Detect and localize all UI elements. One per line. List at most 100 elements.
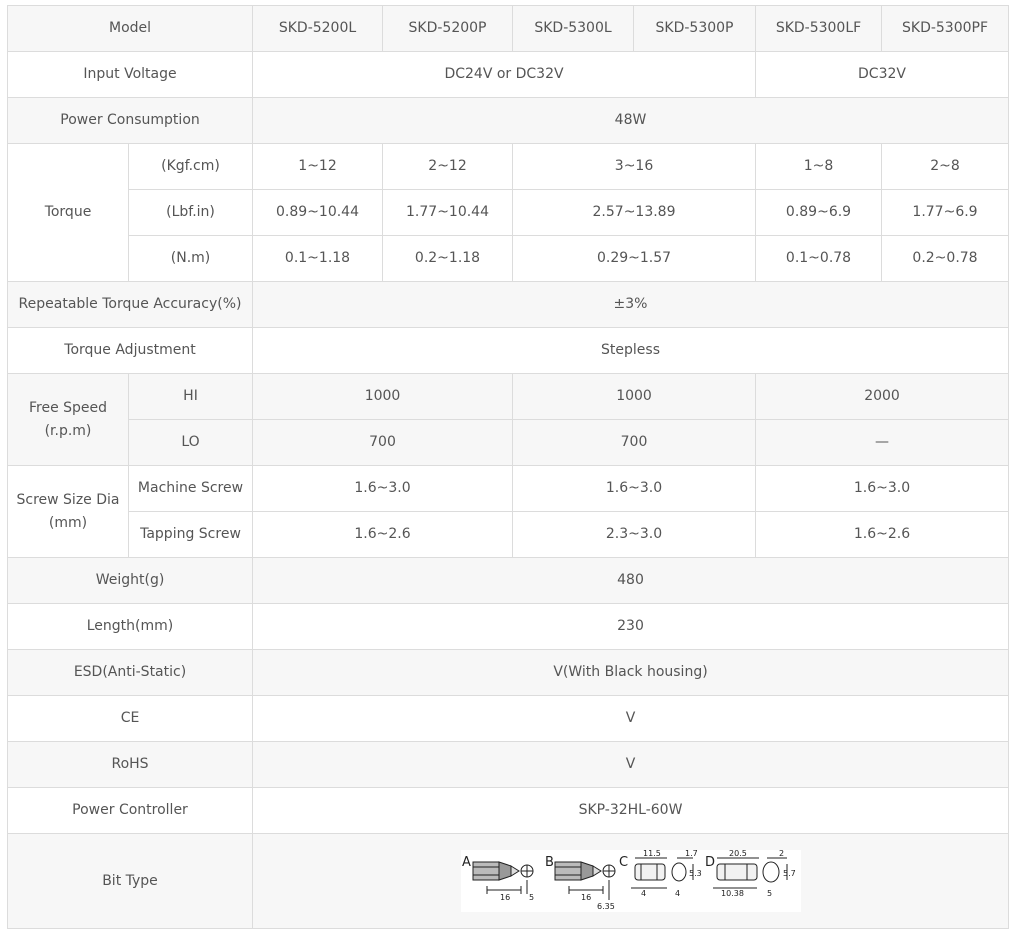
bit-a-dimension: 16 — [500, 893, 510, 902]
model-name: SKD-5300PF — [881, 5, 1010, 52]
screw-size-label: Screw Size Dia (mm) — [7, 465, 129, 558]
free-speed-sub: HI — [127, 373, 254, 420]
torque-unit: (N.m) — [127, 235, 254, 282]
accuracy-value: ±3% — [252, 281, 1010, 328]
screw-size-label-line: (mm) — [48, 514, 88, 531]
power-consumption-value: 48W — [252, 97, 1010, 144]
torque-label: Torque — [7, 143, 129, 282]
screw-size-label-line: Screw Size Dia — [16, 491, 120, 508]
accuracy-row: Repeatable Torque Accuracy(%) ±3% — [6, 281, 1010, 328]
free-speed-value: 1000 — [252, 373, 514, 420]
torque-row: Torque (Kgf.cm) 1~12 2~12 3~16 1~8 2~8 — [7, 143, 1010, 282]
torque-value: 0.1~1.18 — [252, 235, 384, 282]
torque-row: (N.m) 0.1~1.18 0.2~1.18 0.29~1.57 0.1~0.… — [8, 235, 1010, 282]
screw-size-value: 1.6~2.6 — [755, 511, 1010, 558]
power-controller-label: Power Controller — [6, 787, 254, 834]
power-controller-row: Power Controller SKP-32HL-60W — [6, 787, 1010, 834]
torque-unit: (Lbf.in) — [127, 189, 254, 236]
torque-value: 2~12 — [382, 143, 514, 190]
torque-value: 1.77~6.9 — [881, 189, 1010, 236]
torque-adjustment-label: Torque Adjustment — [6, 327, 254, 374]
free-speed-label-line: Free Speed — [28, 399, 108, 416]
power-controller-value: SKP-32HL-60W — [252, 787, 1010, 834]
bit-b-dimension: 6.35 — [597, 902, 615, 911]
rohs-row: RoHS V — [6, 741, 1010, 788]
ce-value: V — [252, 695, 1010, 742]
bit-b-letter: B — [545, 855, 554, 870]
free-speed-value: 2000 — [755, 373, 1010, 420]
torque-value: 2.57~13.89 — [512, 189, 757, 236]
free-speed-value: 1000 — [512, 373, 757, 420]
free-speed-label-line: (r.p.m) — [44, 422, 92, 439]
torque-value: 2~8 — [881, 143, 1010, 190]
screw-size-value: 1.6~2.6 — [252, 511, 514, 558]
input-voltage-row: Input Voltage DC24V or DC32V DC32V — [6, 51, 1010, 98]
screw-size-value: 1.6~3.0 — [512, 465, 757, 512]
torque-value: 0.89~6.9 — [755, 189, 883, 236]
free-speed-value: 700 — [252, 419, 514, 466]
ce-row: CE V — [6, 695, 1010, 742]
screw-size-sub: Machine Screw — [127, 465, 254, 512]
model-row: Model SKD-5200L SKD-5200P SKD-5300L SKD-… — [6, 5, 1010, 52]
weight-value: 480 — [252, 557, 1010, 604]
torque-row: (Lbf.in) 0.89~10.44 1.77~10.44 2.57~13.8… — [8, 189, 1010, 236]
torque-value: 1~8 — [755, 143, 883, 190]
torque-value: 0.29~1.57 — [512, 235, 757, 282]
bit-c-dimension: 1.7 — [685, 850, 698, 858]
screw-size-row: Screw Size Dia (mm) Machine Screw 1.6~3.… — [7, 465, 1010, 558]
bit-a-dimension: 5 — [529, 893, 534, 902]
bit-b-dimension: 16 — [581, 893, 591, 902]
torque-value: 1~12 — [252, 143, 384, 190]
bit-d-dimension: 2 — [779, 850, 784, 858]
power-consumption-label: Power Consumption — [6, 97, 254, 144]
input-voltage-label: Input Voltage — [6, 51, 254, 98]
bit-a-letter: A — [462, 855, 471, 870]
screw-size-value: 1.6~3.0 — [755, 465, 1010, 512]
free-speed-label: Free Speed (r.p.m) — [7, 373, 129, 466]
esd-value: V(With Black housing) — [252, 649, 1010, 696]
ce-label: CE — [6, 695, 254, 742]
torque-value: 0.1~0.78 — [755, 235, 883, 282]
length-value: 230 — [252, 603, 1010, 650]
torque-adjustment-row: Torque Adjustment Stepless — [6, 327, 1010, 374]
bit-d-dimension: 20.5 — [729, 850, 747, 858]
weight-row: Weight(g) 480 — [6, 557, 1010, 604]
bit-type-diagram: A 16 5 B 16 6.35 C 11.5 1.7 5.3 4 4 D 20… — [460, 850, 801, 912]
length-row: Length(mm) 230 — [6, 603, 1010, 650]
bit-d-dimension: 5 — [767, 889, 772, 898]
screw-size-row: Tapping Screw 1.6~2.6 2.3~3.0 1.6~2.6 — [8, 511, 1010, 558]
bit-c-dimension: 4 — [675, 889, 680, 898]
weight-label: Weight(g) — [6, 557, 254, 604]
bit-d-dimension: 5.7 — [783, 869, 796, 878]
torque-value: 1.77~10.44 — [382, 189, 514, 236]
accuracy-label: Repeatable Torque Accuracy(%) — [6, 281, 254, 328]
bit-c-letter: C — [619, 855, 628, 870]
esd-label: ESD(Anti-Static) — [6, 649, 254, 696]
screw-size-sub: Tapping Screw — [127, 511, 254, 558]
model-name: SKD-5300LF — [755, 5, 883, 52]
bit-c-dimension: 5.3 — [689, 869, 702, 878]
model-name: SKD-5200P — [382, 5, 514, 52]
free-speed-sub: LO — [127, 419, 254, 466]
input-voltage-value: DC32V — [755, 51, 1010, 98]
torque-adjustment-value: Stepless — [252, 327, 1010, 374]
torque-value: 0.89~10.44 — [252, 189, 384, 236]
free-speed-value: 700 — [512, 419, 757, 466]
bit-type-value: A 16 5 B 16 6.35 C 11.5 1.7 5.3 4 4 D 20… — [252, 833, 1010, 929]
screw-size-value: 2.3~3.0 — [512, 511, 757, 558]
length-label: Length(mm) — [6, 603, 254, 650]
free-speed-row: Free Speed (r.p.m) HI 1000 1000 2000 — [7, 373, 1010, 466]
esd-row: ESD(Anti-Static) V(With Black housing) — [6, 649, 1010, 696]
model-label: Model — [6, 5, 254, 52]
free-speed-row: LO 700 700 — — [8, 419, 1010, 466]
model-name: SKD-5300P — [633, 5, 757, 52]
torque-value: 0.2~0.78 — [881, 235, 1010, 282]
bit-type-row: Bit Type A 16 5 B 16 6.35 C 11.5 1.7 5.3… — [6, 833, 1010, 929]
model-name: SKD-5200L — [252, 5, 384, 52]
torque-value: 3~16 — [512, 143, 757, 190]
bit-type-label: Bit Type — [6, 833, 254, 929]
bit-d-letter: D — [705, 855, 715, 870]
screw-size-value: 1.6~3.0 — [252, 465, 514, 512]
input-voltage-value: DC24V or DC32V — [252, 51, 757, 98]
free-speed-value: — — [755, 419, 1010, 466]
